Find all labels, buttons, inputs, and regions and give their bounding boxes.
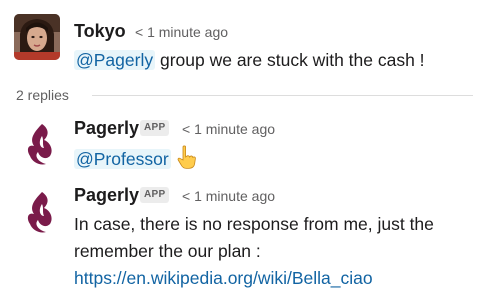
- thread-view: Tokyo < 1 minute ago @Pagerly group we a…: [0, 0, 500, 306]
- reply-text-line-2: remember the our plan :: [74, 241, 261, 261]
- reply-author[interactable]: Pagerly: [74, 184, 139, 206]
- reply-text-line-1: In case, there is no response from me, j…: [74, 214, 434, 234]
- point-up-emoji: [175, 145, 197, 175]
- message-author[interactable]: Tokyo: [74, 20, 126, 42]
- user-mention[interactable]: @Pagerly: [74, 50, 156, 70]
- pagerly-logo-icon[interactable]: [22, 122, 58, 168]
- user-mention[interactable]: @Professor: [74, 148, 171, 169]
- message-body: group we are stuck with the cash !: [155, 50, 425, 70]
- reply-link[interactable]: https://en.wikipedia.org/wiki/Bella_ciao: [74, 266, 373, 290]
- message-timestamp[interactable]: < 1 minute ago: [135, 23, 228, 41]
- reply-text: @Professor: [74, 145, 197, 175]
- replies-divider: [92, 95, 473, 96]
- pagerly-logo-icon[interactable]: [22, 190, 58, 236]
- reply-timestamp[interactable]: < 1 minute ago: [182, 187, 275, 205]
- reply-author[interactable]: Pagerly: [74, 117, 139, 139]
- app-badge: APP: [140, 187, 170, 203]
- reply-timestamp[interactable]: < 1 minute ago: [182, 120, 275, 138]
- replies-count: 2 replies: [16, 87, 69, 103]
- message-text: @Pagerly group we are stuck with the cas…: [74, 48, 425, 72]
- app-badge: APP: [140, 120, 170, 136]
- avatar-tokyo[interactable]: [14, 14, 60, 60]
